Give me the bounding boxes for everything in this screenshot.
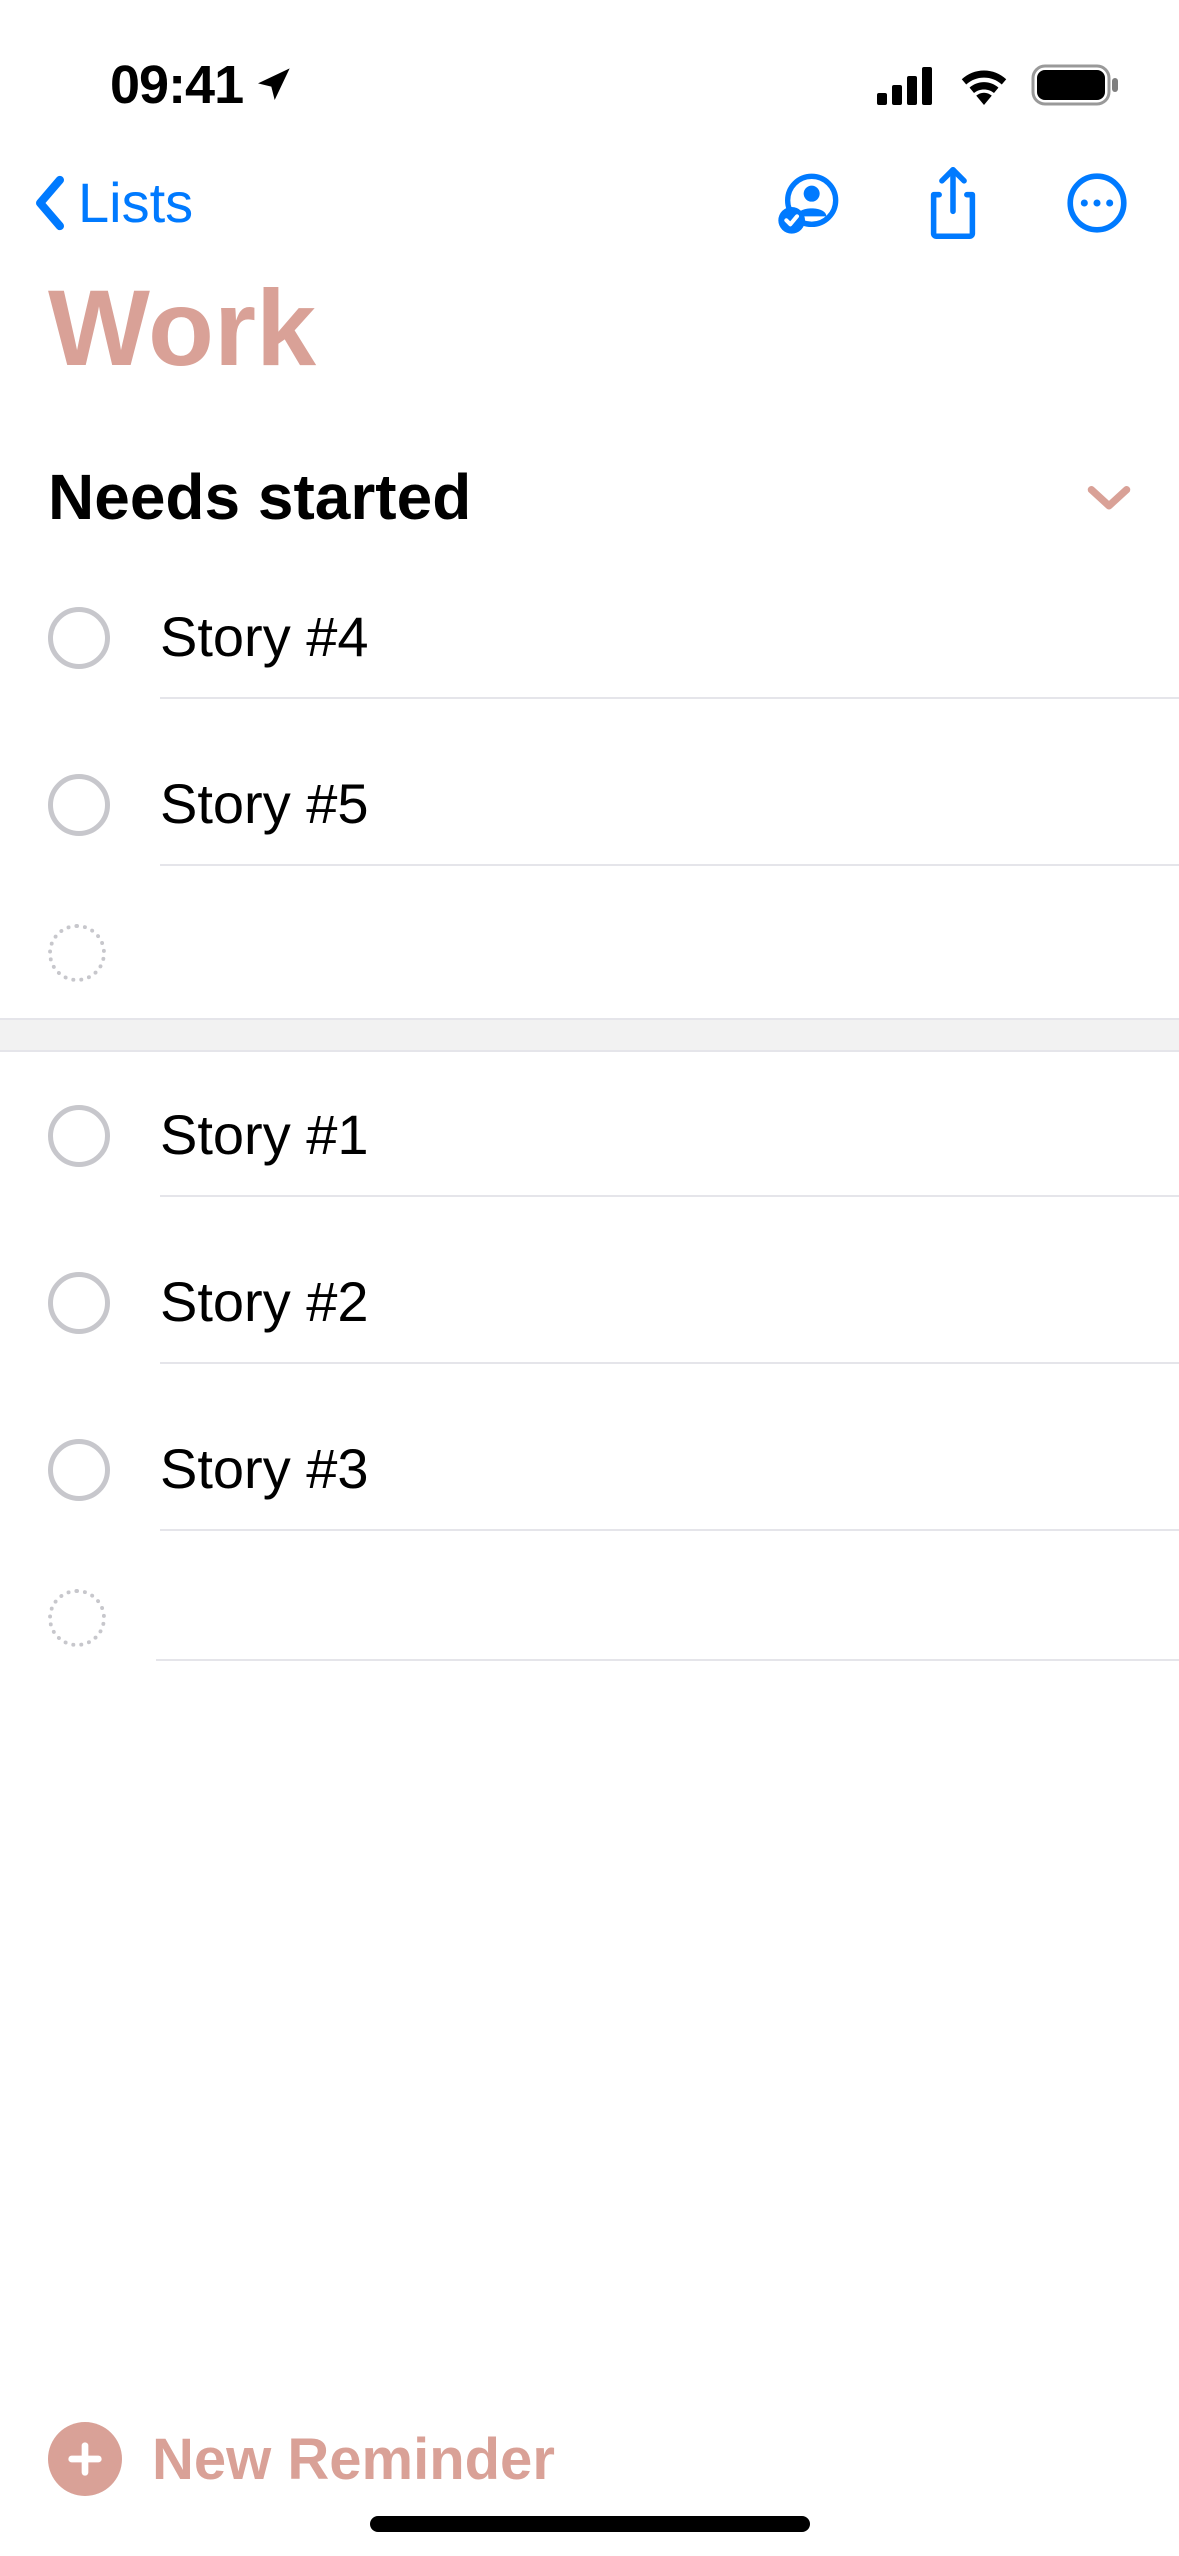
person-badge-icon — [777, 168, 841, 238]
status-time: 09:41 — [110, 54, 243, 116]
home-indicator[interactable] — [370, 2516, 810, 2532]
reminder-title[interactable]: Story #3 — [160, 1408, 1179, 1531]
status-indicators — [877, 64, 1119, 106]
section-title: Needs started — [48, 460, 471, 534]
reminder-placeholder[interactable] — [0, 888, 1179, 1018]
reminder-item[interactable]: Story #2 — [0, 1219, 1179, 1386]
new-reminder-label: New Reminder — [152, 2426, 555, 2493]
ellipsis-circle-icon — [1066, 172, 1128, 234]
reminder-item[interactable]: Story #3 — [0, 1386, 1179, 1553]
wifi-icon — [957, 65, 1011, 105]
placeholder-circle-icon — [48, 1589, 106, 1647]
reminder-item[interactable]: Story #4 — [0, 554, 1179, 721]
location-icon — [253, 65, 293, 105]
placeholder-circle-icon — [48, 924, 106, 982]
status-time-area: 09:41 — [110, 54, 293, 116]
new-reminder-button[interactable]: New Reminder — [48, 2422, 555, 2496]
back-button[interactable]: Lists — [30, 170, 193, 235]
status-bar: 09:41 — [0, 0, 1179, 140]
chevron-down-icon — [1087, 483, 1131, 511]
page-title: Work — [0, 265, 1179, 420]
section-header[interactable]: Needs started — [0, 420, 1179, 554]
completion-toggle[interactable] — [48, 1272, 110, 1334]
reminder-placeholder[interactable] — [0, 1553, 1179, 1683]
completion-toggle[interactable] — [48, 607, 110, 669]
more-button[interactable] — [1065, 171, 1129, 235]
reminder-title-empty[interactable] — [156, 910, 1179, 996]
reminder-item[interactable]: Story #1 — [0, 1052, 1179, 1219]
cellular-icon — [877, 65, 937, 105]
nav-bar: Lists — [0, 140, 1179, 265]
back-label: Lists — [78, 170, 193, 235]
collaborate-button[interactable] — [777, 171, 841, 235]
reminder-title[interactable]: Story #5 — [160, 743, 1179, 866]
battery-icon — [1031, 64, 1119, 106]
section-divider — [0, 1018, 1179, 1052]
reminder-title[interactable]: Story #1 — [160, 1074, 1179, 1197]
share-button[interactable] — [921, 171, 985, 235]
reminder-title-empty[interactable] — [156, 1575, 1179, 1661]
reminder-title[interactable]: Story #4 — [160, 576, 1179, 699]
reminder-title[interactable]: Story #2 — [160, 1241, 1179, 1364]
completion-toggle[interactable] — [48, 1105, 110, 1167]
reminder-item[interactable]: Story #5 — [0, 721, 1179, 888]
nav-actions — [777, 171, 1129, 235]
completion-toggle[interactable] — [48, 774, 110, 836]
completion-toggle[interactable] — [48, 1439, 110, 1501]
share-icon — [925, 167, 981, 239]
plus-circle-icon — [48, 2422, 122, 2496]
chevron-left-icon — [30, 175, 70, 231]
